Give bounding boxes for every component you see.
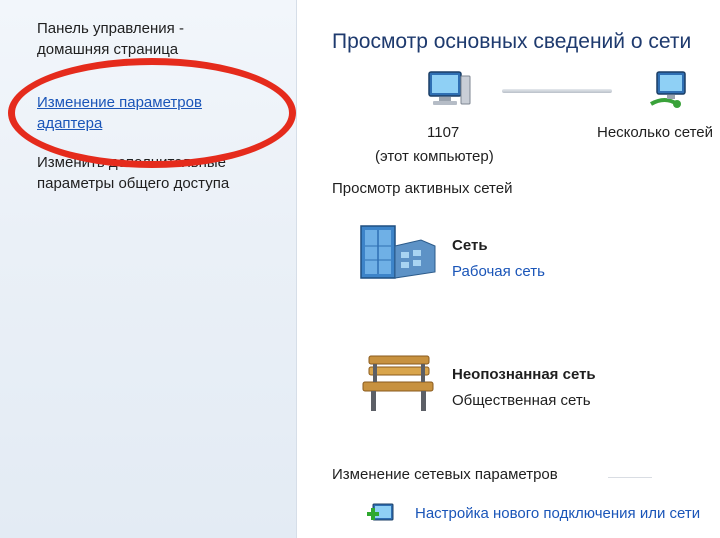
- sidebar: Панель управления - домашняя страница Из…: [0, 0, 297, 538]
- network-icon: [650, 71, 686, 108]
- this-computer-caption: (этот компьютер): [375, 148, 494, 165]
- change-settings-title: Изменение сетевых параметров: [332, 466, 564, 483]
- bench-icon: [362, 355, 434, 411]
- change-sharing-settings-link[interactable]: Изменить дополнительные параметры общего…: [37, 152, 287, 194]
- control-panel-home-link[interactable]: Панель управления - домашняя страница: [37, 18, 287, 60]
- connection-line: [502, 89, 612, 93]
- main-panel: Просмотр основных сведений о сети 1107 (…: [297, 0, 720, 538]
- setup-connection-link[interactable]: Настройка нового подключения или сети: [415, 505, 700, 522]
- network-type: Общественная сеть: [452, 392, 591, 409]
- page-title: Просмотр основных сведений о сети: [332, 30, 692, 53]
- active-networks-section: Просмотр активных сетей: [332, 180, 720, 202]
- multiple-networks-label: Несколько сетей: [597, 124, 713, 141]
- network-name: Сеть: [452, 237, 488, 254]
- change-settings-section: Изменение сетевых параметров: [332, 466, 720, 488]
- this-computer-name: 1107: [427, 124, 460, 141]
- building-icon: [360, 225, 436, 279]
- active-networks-title: Просмотр активных сетей: [332, 180, 519, 197]
- network-type-link[interactable]: Рабочая сеть: [452, 263, 545, 280]
- computer-icon: [428, 71, 471, 105]
- change-adapter-settings-link[interactable]: Изменение параметров адаптера: [37, 92, 287, 134]
- new-connection-icon: [367, 503, 394, 521]
- network-name: Неопознанная сеть: [452, 366, 596, 383]
